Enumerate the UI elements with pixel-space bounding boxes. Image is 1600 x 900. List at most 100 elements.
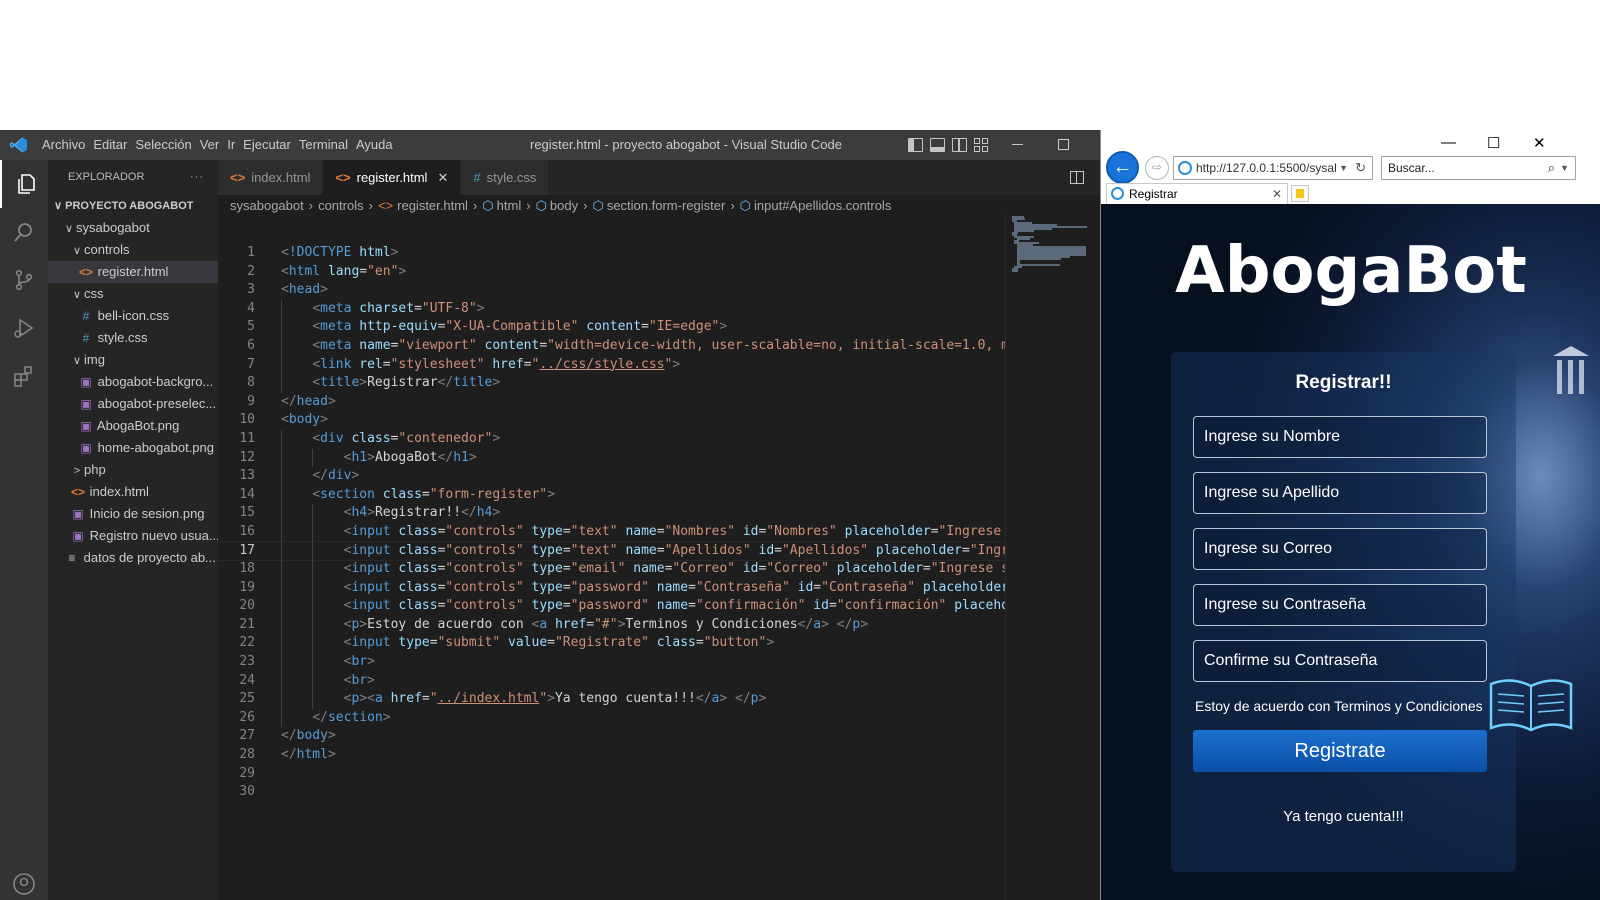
tab-register-html[interactable]: <> register.html ✕ [323,160,462,195]
search-activity-icon[interactable] [0,208,48,256]
terms-text[interactable]: Estoy de acuerdo con Terminos y Condicio… [1195,698,1483,714]
apellido-input[interactable]: Ingrese su Apellido [1193,472,1487,514]
menu-ayuda[interactable]: Ayuda [356,130,400,160]
code-line[interactable]: 24 <br> [218,671,1003,691]
breadcrumb-item[interactable]: sysabogabot [230,198,304,213]
code-line[interactable]: 18 <input class="controls" type="email" … [218,560,1017,579]
menu-terminal[interactable]: Terminal [299,130,355,160]
have-account-link[interactable]: Ya tengo cuenta!!! [1171,808,1516,825]
code-line[interactable]: 20 <input class="controls" type="passwor… [218,597,1025,616]
tree-item[interactable]: <> index.html [48,481,218,503]
explorer-activity-icon[interactable] [0,160,48,208]
minimize-button[interactable] [1012,144,1023,146]
search-icon[interactable]: ⌕ [1548,157,1555,179]
maximize-button[interactable] [1058,139,1069,150]
refresh-icon[interactable]: ↻ [1355,157,1366,179]
browser-minimize-button[interactable]: — [1441,134,1456,151]
back-button[interactable]: ← [1106,151,1139,184]
new-tab-button[interactable] [1291,185,1309,202]
code-line[interactable]: 29 [218,765,1003,784]
code-line[interactable]: 7 <link rel="stylesheet" href="../css/st… [218,355,1003,375]
address-dropdown-icon[interactable]: ▼ [1339,157,1348,179]
more-actions-icon[interactable]: ··· [190,160,204,195]
menu-ver[interactable]: Ver [200,130,227,160]
code-line[interactable]: 26 </section> [218,708,1003,728]
code-line[interactable]: 30 [218,783,1003,802]
code-line[interactable]: 16 <input class="controls" type="text" n… [218,522,1025,542]
breadcrumb-item[interactable]: section.form-register [607,198,725,213]
code-line[interactable]: 19 <input class="controls" type="passwor… [218,578,1025,598]
search-box[interactable]: Buscar... ⌕ ▼ [1381,156,1576,180]
tree-item[interactable]: ▣ Inicio de sesion.png [48,503,218,525]
tree-item[interactable]: ▣ home-abogabot.png [48,437,218,459]
menu-archivo[interactable]: Archivo [42,130,92,160]
code-line[interactable]: 23 <br> [218,653,1003,672]
tree-item[interactable]: # bell-icon.css [48,305,218,327]
customize-layout-icon[interactable] [974,138,989,152]
menu-ejecutar[interactable]: Ejecutar [243,130,298,160]
tree-item[interactable]: ∨ img [48,349,218,371]
breadcrumb-item[interactable]: register.html [397,198,468,213]
tree-item[interactable]: ∨ sysabogabot [48,217,218,239]
breadcrumb-item[interactable]: controls [318,198,364,213]
project-section[interactable]: ∨ PROYECTO ABOGABOT [48,195,218,217]
code-line[interactable]: 13 </div> [218,467,1003,486]
browser-tab-registrar[interactable]: Registrar ✕ [1106,183,1288,204]
nombre-input[interactable]: Ingrese su Nombre [1193,416,1487,458]
code-line[interactable]: 11 <div class="contenedor"> [218,429,1003,449]
forward-button[interactable]: ⇨ [1145,156,1169,180]
breadcrumb-item[interactable]: input#Apellidos.controls [754,198,891,213]
correo-input[interactable]: Ingrese su Correo [1193,528,1487,570]
tree-item[interactable]: ∨ css [48,283,218,305]
code-line[interactable]: 8 <title>Registrar</title> [218,374,1003,393]
tree-item[interactable]: ▣ AbogaBot.png [48,415,218,437]
tree-item[interactable]: ▣ abogabot-preselec... [48,393,218,415]
address-bar[interactable]: http://127.0.0.1:5500/sysal ▼ ↻ [1173,156,1373,180]
tree-item[interactable]: # style.css [48,327,218,349]
confirmar-contrasena-input[interactable]: Confirme su Contraseña [1193,640,1487,682]
code-line[interactable]: 2 <html lang="en"> [218,263,1003,282]
close-tab-icon[interactable]: ✕ [437,170,448,185]
tree-item[interactable]: ≡ datos de proyecto ab... [48,547,218,569]
breadcrumb-item[interactable]: html [497,198,522,213]
run-debug-activity-icon[interactable] [0,304,48,352]
code-line[interactable]: 27 </body> [218,727,1003,746]
code-line[interactable]: 6 <meta name="viewport" content="width=d… [218,336,1025,356]
toggle-sidebar-icon[interactable] [908,138,923,152]
code-line[interactable]: 5 <meta http-equiv="X-UA-Compatible" con… [218,318,1003,337]
code-line[interactable]: 22 <input type="submit" value="Registrat… [218,634,1003,654]
tree-item[interactable]: > php [48,459,218,481]
code-line[interactable]: 12 <h1>AbogaBot</h1> [218,448,1003,468]
code-editor[interactable]: 1 <!DOCTYPE html> 2 <html lang="en"> 3 <head>… [217,244,1025,802]
registrate-button[interactable]: Registrate [1193,730,1487,772]
code-line[interactable]: 15 <h4>Registrar!!</h4> [218,504,1003,523]
tab-index-html[interactable]: <> index.html [218,160,324,195]
browser-close-button[interactable]: ✕ [1533,134,1546,152]
code-line[interactable]: 1 <!DOCTYPE html> [218,244,1003,263]
menu-ir[interactable]: Ir [227,130,242,160]
minimap[interactable] [1005,212,1100,900]
code-line[interactable]: 9 </head> [218,393,1003,412]
tree-item[interactable]: <> register.html [48,261,218,283]
search-dropdown-icon[interactable]: ▼ [1560,157,1569,179]
split-editor-icon[interactable] [1070,171,1084,184]
code-line[interactable]: 21 <p>Estoy de acuerdo con <a href="#">T… [218,615,1003,635]
code-line[interactable]: 28 </html> [218,746,1003,765]
extensions-activity-icon[interactable] [0,352,48,400]
tab-style-css[interactable]: # style.css [461,160,550,195]
breadcrumb-item[interactable]: body [550,198,578,213]
menu-editar[interactable]: Editar [93,130,134,160]
source-control-activity-icon[interactable] [0,256,48,304]
browser-maximize-button[interactable]: ☐ [1487,134,1500,152]
toggle-secondary-sidebar-icon[interactable] [952,138,967,152]
code-line[interactable]: 14 <section class="form-register"> [218,485,1003,505]
account-activity-icon[interactable] [0,860,48,900]
contrasena-input[interactable]: Ingrese su Contraseña [1193,584,1487,626]
toggle-panel-icon[interactable] [930,138,945,152]
code-line[interactable]: 3 <head> [218,281,1003,300]
tree-item[interactable]: ▣ Registro nuevo usua... [48,525,218,547]
code-line[interactable]: 17 <input class="controls" type="text" n… [217,540,1025,562]
close-tab-icon[interactable]: ✕ [1272,184,1282,204]
menu-seleccion[interactable]: Selección [135,130,198,160]
code-line[interactable]: 25 <p><a href="../index.html">Ya tengo c… [218,690,1003,709]
